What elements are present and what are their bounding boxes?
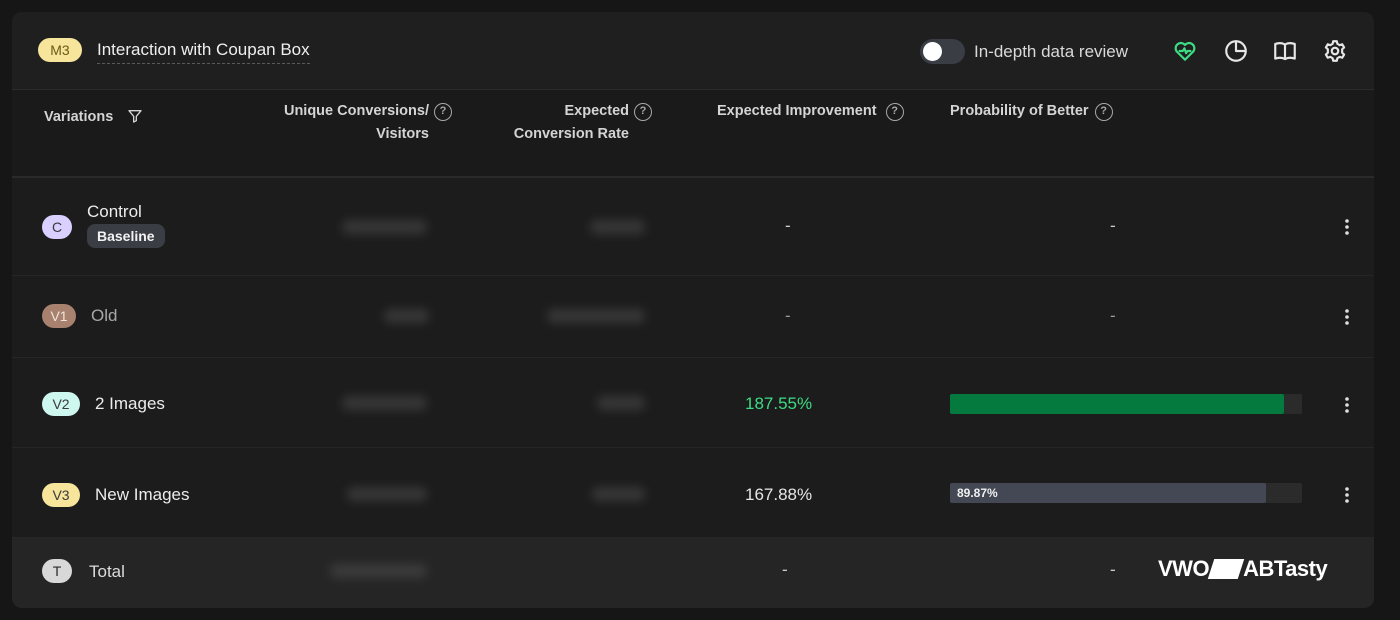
help-icon[interactable]: ?	[634, 103, 652, 121]
variation-name[interactable]: New Images	[95, 485, 189, 505]
expected-improvement-header-label: Expected Improvement	[717, 103, 877, 119]
probability-bar-fill	[950, 394, 1285, 414]
watermark-logo: VWO ABTasty	[1158, 556, 1328, 582]
variation-name[interactable]: 2 Images	[95, 394, 165, 414]
probability-bar: 89.87%	[950, 483, 1302, 503]
expected-rate-header-line2: Conversion Rate	[513, 126, 629, 142]
book-icon[interactable]	[1272, 38, 1298, 64]
unique-conversions-column-header: Unique Conversions/? Visitors	[267, 100, 452, 146]
variation-badge: V2	[42, 392, 80, 416]
table-row-v2: V2 2 Images 187.55%	[12, 358, 1374, 448]
unique-conversions-header-line2: Visitors	[376, 126, 429, 142]
table-row-v3: V3 New Images 167.88% 89.87%	[12, 448, 1374, 538]
row-menu-icon[interactable]	[1340, 395, 1354, 415]
variation-name[interactable]: Control	[87, 202, 142, 222]
redacted-conversions	[347, 487, 427, 501]
help-icon[interactable]: ?	[1094, 103, 1113, 121]
experiment-report-panel: M3 Interaction with Coupan Box In-depth …	[12, 12, 1374, 608]
redacted-conversion-rate	[597, 396, 645, 410]
probability-value: -	[1110, 216, 1116, 235]
row-menu-icon[interactable]	[1340, 217, 1354, 237]
redacted-conversions	[342, 396, 427, 410]
probability-header-label: Probability of Better	[950, 103, 1089, 119]
help-icon[interactable]: ?	[434, 103, 452, 121]
probability-value: -	[1110, 306, 1116, 325]
row-menu-icon[interactable]	[1340, 307, 1354, 327]
in-depth-review-label: In-depth data review	[974, 42, 1129, 61]
table-header: Variations Unique Conversions/? Visitors…	[12, 90, 1374, 178]
redacted-conversions	[342, 220, 427, 234]
unique-conversions-header-line1: Unique Conversions/	[283, 103, 429, 119]
in-depth-review-toggle[interactable]	[920, 39, 965, 64]
probability-bar	[950, 394, 1302, 414]
watermark-right: ABTasty	[1243, 556, 1328, 581]
redacted-conversion-rate	[590, 220, 645, 234]
settings-icon[interactable]	[1322, 38, 1348, 64]
expected-improvement-value: 187.55%	[745, 394, 813, 413]
metric-badge: M3	[38, 38, 82, 62]
filter-icon[interactable]	[127, 108, 143, 124]
variation-badge: V1	[42, 304, 76, 328]
help-icon[interactable]: ?	[885, 103, 904, 121]
variations-column-header[interactable]: Variations	[44, 106, 143, 129]
redacted-conversion-rate	[547, 309, 645, 323]
expected-improvement-value: -	[785, 216, 791, 235]
probability-value: -	[1110, 560, 1116, 579]
redacted-conversions	[330, 564, 427, 578]
probability-bar-label: 89.87%	[957, 486, 998, 500]
probability-column-header: Probability of Better?	[950, 100, 1113, 123]
expected-improvement-value: -	[785, 306, 791, 325]
variation-badge: T	[42, 559, 72, 583]
variation-badge: V3	[42, 483, 80, 507]
variation-name[interactable]: Old	[91, 306, 117, 326]
watermark-separator	[1207, 559, 1245, 579]
baseline-tag: Baseline	[87, 224, 165, 248]
metric-title[interactable]: Interaction with Coupan Box	[97, 40, 310, 64]
table-row-v1: V1 Old - -	[12, 276, 1374, 358]
pie-chart-icon[interactable]	[1223, 38, 1249, 64]
row-menu-icon[interactable]	[1340, 485, 1354, 505]
table-row-control: C Control Baseline - -	[12, 178, 1374, 276]
expected-improvement-value: 167.88%	[745, 485, 813, 504]
variations-header-label: Variations	[44, 109, 114, 125]
redacted-conversion-rate	[592, 487, 645, 501]
heart-pulse-icon[interactable]	[1172, 38, 1198, 64]
redacted-conversions	[384, 309, 429, 323]
metric-header: M3 Interaction with Coupan Box In-depth …	[12, 12, 1374, 90]
variation-badge: C	[42, 215, 72, 239]
toggle-knob	[923, 42, 942, 61]
expected-rate-header-line1: Expected	[564, 103, 629, 119]
expected-rate-column-header: Expected? Conversion Rate	[482, 100, 652, 146]
expected-improvement-column-header: Expected Improvement?	[717, 100, 904, 123]
watermark-left: VWO	[1158, 556, 1210, 581]
variation-name: Total	[89, 562, 125, 581]
expected-improvement-value: -	[782, 560, 788, 579]
